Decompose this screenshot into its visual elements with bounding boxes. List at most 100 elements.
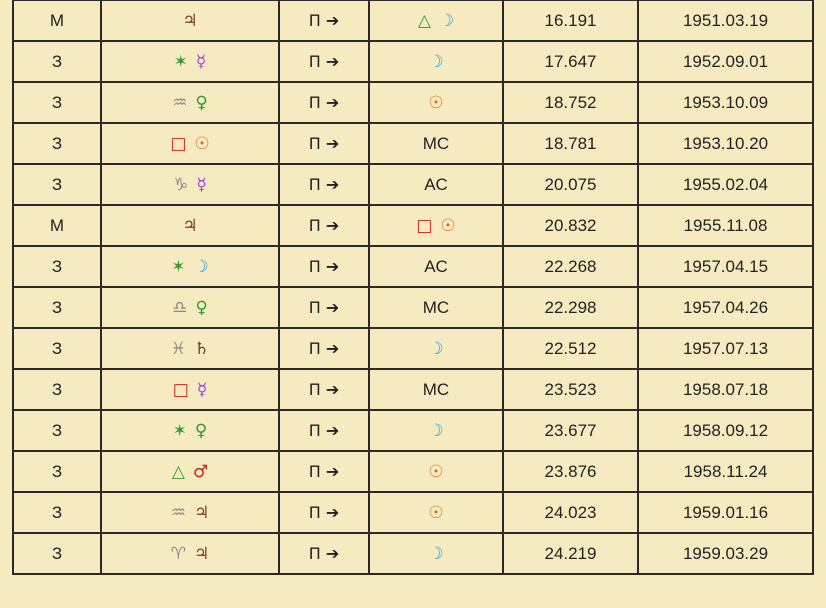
factor-symbol-icon: ☉	[194, 133, 210, 154]
table-row[interactable]: З ♒ ♀ П ➔ ☉ 18.752 1953.10.09	[12, 81, 814, 124]
direction-cell: П ➔	[278, 122, 370, 165]
age-cell: 24.023	[502, 491, 639, 534]
type-cell: З	[12, 450, 102, 493]
factor-symbol-icon: ☿	[196, 174, 207, 195]
direction-cell: П ➔	[278, 409, 370, 452]
factor-symbol-icon: ♃	[182, 215, 198, 236]
target-symbol-icon: MC	[422, 379, 450, 399]
type-cell: З	[12, 40, 102, 83]
table-row[interactable]: З ♑ ☿ П ➔ AC 20.075 1955.02.04	[12, 163, 814, 206]
factor-symbol-icon: ✶	[172, 420, 187, 441]
target-symbol-icon: AC	[424, 256, 448, 276]
target-cell: □ ☉	[368, 204, 504, 247]
factor-symbol-icon: ♀	[194, 420, 208, 441]
factor-symbol-icon: △	[171, 461, 185, 482]
type-cell: М	[12, 0, 102, 42]
date-cell: 1958.09.12	[637, 409, 814, 452]
target-cell: ☉	[368, 450, 504, 493]
age-cell: 20.832	[502, 204, 639, 247]
type-cell: З	[12, 491, 102, 534]
factor-cell: ♃	[100, 204, 280, 247]
table-row[interactable]: З ♎ ♀ П ➔ MC 22.298 1957.04.26	[12, 286, 814, 329]
type-cell: З	[12, 245, 102, 288]
factor-symbol-icon: ☽	[193, 256, 209, 277]
table-row[interactable]: З ✶ ♀ П ➔ ☽ 23.677 1958.09.12	[12, 409, 814, 452]
target-symbol-icon: AC	[424, 174, 448, 194]
target-cell: AC	[368, 245, 504, 288]
target-cell: ☉	[368, 491, 504, 534]
table-row[interactable]: М ♃ П ➔ □ ☉ 20.832 1955.11.08	[12, 204, 814, 247]
table-row[interactable]: З ♓ ♄ П ➔ ☽ 22.512 1957.07.13	[12, 327, 814, 370]
factor-symbol-icon: ♀	[195, 92, 208, 113]
date-cell: 1959.03.29	[637, 532, 814, 575]
factor-symbol-icon: ☿	[196, 379, 208, 400]
type-cell: З	[12, 327, 102, 370]
table-row[interactable]: З ♒ ♃ П ➔ ☉ 24.023 1959.01.16	[12, 491, 814, 534]
factor-cell: ✶ ♀	[100, 409, 280, 452]
target-cell: ☽	[368, 532, 504, 575]
age-cell: 18.752	[502, 81, 639, 124]
table-row[interactable]: З □ ☉ П ➔ MC 18.781 1953.10.20	[12, 122, 814, 165]
factor-cell: ♒ ♃	[100, 491, 280, 534]
direction-cell: П ➔	[278, 491, 370, 534]
target-symbol-icon: ☽	[428, 51, 444, 72]
direction-cell: П ➔	[278, 0, 370, 42]
target-symbol-icon: □	[416, 215, 433, 236]
type-cell: З	[12, 409, 102, 452]
factor-symbol-icon: ✶	[171, 256, 186, 277]
date-cell: 1957.04.15	[637, 245, 814, 288]
target-cell: ☽	[368, 40, 504, 83]
factor-symbol-icon: ♈	[170, 543, 186, 564]
factor-cell: ♎ ♀	[100, 286, 280, 329]
table-row[interactable]: З □ ☿ П ➔ MC 23.523 1958.07.18	[12, 368, 814, 411]
factor-symbol-icon: ♎	[172, 297, 188, 318]
factor-cell: ♓ ♄	[100, 327, 280, 370]
table-row[interactable]: З ✶ ☿ П ➔ ☽ 17.647 1952.09.01	[12, 40, 814, 83]
type-cell: М	[12, 204, 102, 247]
factor-symbol-icon: ♂	[192, 461, 209, 482]
factor-cell: ♈ ♃	[100, 532, 280, 575]
direction-cell: П ➔	[278, 450, 370, 493]
factor-symbol-icon: □	[170, 133, 187, 154]
age-cell: 18.781	[502, 122, 639, 165]
table-row[interactable]: З △ ♂ П ➔ ☉ 23.876 1958.11.24	[12, 450, 814, 493]
target-symbol-icon: ☽	[428, 543, 444, 564]
directions-table-body: М ♃ П ➔ △ ☽ 16.191 1951.03.19 З ✶ ☿ П ➔ ☽ 17.647 1952…	[12, 0, 814, 575]
age-cell: 22.298	[502, 286, 639, 329]
type-cell: З	[12, 163, 102, 206]
date-cell: 1958.07.18	[637, 368, 814, 411]
target-cell: MC	[368, 122, 504, 165]
age-cell: 16.191	[502, 0, 639, 42]
target-symbol-icon: ☉	[428, 92, 444, 113]
target-symbol-icon: MC	[422, 133, 450, 153]
factor-cell: ♃	[100, 0, 280, 42]
target-cell: ☽	[368, 327, 504, 370]
age-cell: 23.876	[502, 450, 639, 493]
age-cell: 17.647	[502, 40, 639, 83]
factor-cell: △ ♂	[100, 450, 280, 493]
table-row[interactable]: З ♈ ♃ П ➔ ☽ 24.219 1959.03.29	[12, 532, 814, 575]
factor-symbol-icon: ♓	[170, 338, 186, 359]
target-symbol-icon: △	[417, 10, 431, 31]
target-cell: ☉	[368, 81, 504, 124]
target-symbol-icon: ☽	[428, 420, 444, 441]
direction-cell: П ➔	[278, 286, 370, 329]
table-row[interactable]: М ♃ П ➔ △ ☽ 16.191 1951.03.19	[12, 0, 814, 42]
date-cell: 1951.03.19	[637, 0, 814, 42]
direction-cell: П ➔	[278, 81, 370, 124]
factor-cell: □ ☿	[100, 368, 280, 411]
factor-symbol-icon: ♃	[194, 543, 210, 564]
factor-symbol-icon: ♒	[172, 92, 188, 113]
target-cell: MC	[368, 368, 504, 411]
factor-cell: ♒ ♀	[100, 81, 280, 124]
target-symbol-icon: ☉	[428, 502, 444, 523]
age-cell: 20.075	[502, 163, 639, 206]
date-cell: 1953.10.09	[637, 81, 814, 124]
date-cell: 1953.10.20	[637, 122, 814, 165]
factor-symbol-icon: ♃	[194, 502, 210, 523]
direction-cell: П ➔	[278, 204, 370, 247]
target-symbol-icon: ☽	[428, 338, 444, 359]
direction-cell: П ➔	[278, 40, 370, 83]
factor-symbol-icon: ♄	[194, 338, 210, 359]
table-row[interactable]: З ✶ ☽ П ➔ AC 22.268 1957.04.15	[12, 245, 814, 288]
